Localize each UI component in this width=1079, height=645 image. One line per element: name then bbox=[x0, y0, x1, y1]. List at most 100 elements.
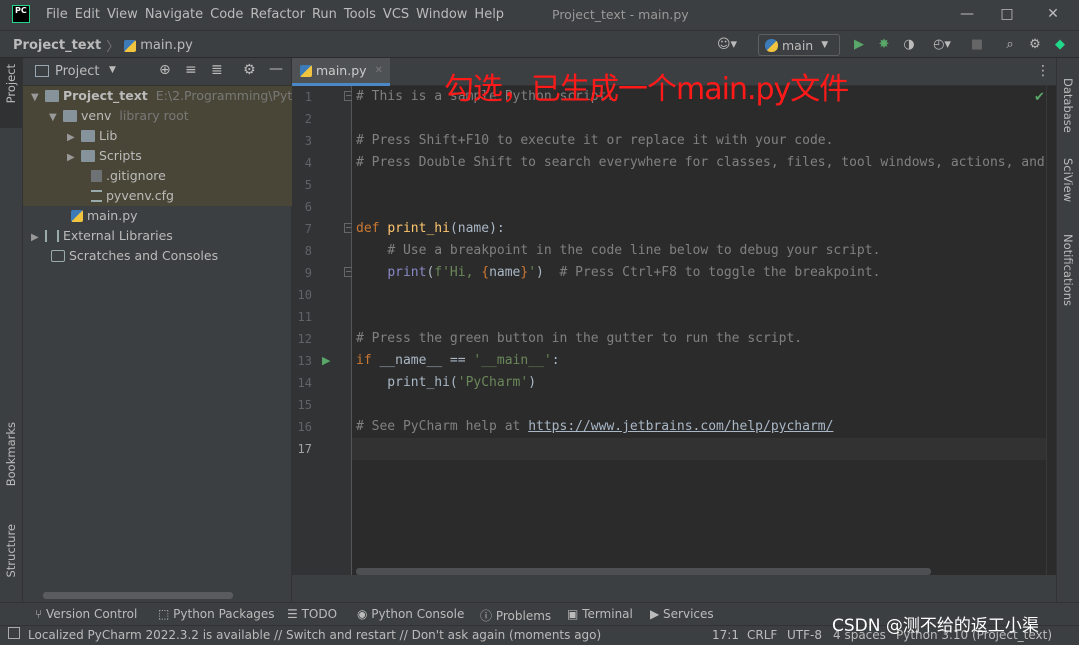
code-line[interactable]: # Press Shift+F10 to execute it or repla… bbox=[356, 130, 833, 152]
caret-position[interactable]: 17:1 bbox=[712, 628, 739, 642]
tree-item-path: E:\2.Programming\Python bbox=[155, 88, 292, 103]
code-line[interactable]: print_hi('PyCharm') bbox=[356, 372, 536, 394]
tree-item-label: main.py bbox=[86, 208, 138, 223]
tool-python-console[interactable]: ◉ Python Console bbox=[357, 607, 464, 621]
expand-all-icon[interactable]: ≡ bbox=[185, 62, 197, 78]
chevron-down-icon: ▼ bbox=[49, 112, 57, 123]
bookmarks-tool-label: Bookmarks bbox=[4, 422, 18, 487]
tree-item-pyvenv[interactable]: pyvenv.cfg bbox=[23, 186, 292, 206]
editor-horizontal-scrollbar[interactable] bbox=[356, 568, 931, 575]
close-icon[interactable]: ✕ bbox=[1030, 0, 1076, 30]
breadcrumb-project[interactable]: Project_text bbox=[13, 38, 101, 53]
status-message[interactable]: Localized PyCharm 2022.3.2 is available … bbox=[28, 628, 601, 642]
coverage-icon[interactable]: ◑ bbox=[900, 36, 918, 54]
project-view-title[interactable]: Project bbox=[55, 64, 99, 79]
collapse-all-icon[interactable]: ≣ bbox=[211, 62, 223, 78]
menu-item-tools[interactable]: Tools bbox=[344, 7, 376, 22]
gear-icon[interactable]: ⚙ bbox=[243, 62, 256, 78]
code-line[interactable]: # Use a breakpoint in the code line belo… bbox=[356, 240, 880, 262]
code-line[interactable]: print(f'Hi, {name}') # Press Ctrl+F8 to … bbox=[356, 262, 880, 284]
tool-todo[interactable]: ☰ TODO bbox=[287, 607, 337, 621]
tool-version-control[interactable]: ⑂ Version Control bbox=[35, 607, 137, 621]
gear-icon[interactable]: ⚙ bbox=[1026, 36, 1044, 54]
file-encoding[interactable]: UTF-8 bbox=[787, 628, 822, 642]
tree-item-scripts[interactable]: ▶ Scripts bbox=[23, 146, 292, 166]
tool-services[interactable]: ▶ Services bbox=[650, 607, 714, 621]
more-options-icon[interactable]: ⋮ bbox=[1036, 63, 1050, 79]
maximize-icon[interactable]: □ bbox=[984, 0, 1030, 30]
profile-icon[interactable]: ◴▾ bbox=[927, 36, 957, 54]
line-number: 3 bbox=[304, 134, 312, 148]
debug-icon[interactable]: ✸ bbox=[875, 36, 893, 54]
jetbrains-toolbox-icon[interactable]: ◆ bbox=[1051, 36, 1069, 54]
menu-item-run[interactable]: Run bbox=[312, 7, 337, 22]
code-line[interactable]: if __name__ == '__main__': bbox=[356, 350, 560, 372]
vcs-icon: ⑂ bbox=[35, 607, 47, 621]
chevron-down-icon[interactable]: ▼ bbox=[109, 65, 116, 75]
menu-item-refactor[interactable]: Refactor bbox=[250, 7, 305, 22]
horizontal-scrollbar[interactable] bbox=[43, 592, 233, 599]
services-icon: ▶ bbox=[650, 607, 664, 621]
menu-item-vcs[interactable]: VCS bbox=[383, 7, 409, 22]
line-number: 1 bbox=[304, 90, 312, 104]
structure-tool-button[interactable]: Structure bbox=[0, 518, 22, 588]
tree-item-scratches[interactable]: Scratches and Consoles bbox=[23, 246, 292, 266]
menu-item-view[interactable]: View bbox=[107, 7, 138, 22]
line-number: 17 bbox=[297, 442, 312, 456]
python-file-icon bbox=[70, 210, 83, 222]
tab-main-py[interactable]: main.py ✕ bbox=[292, 58, 390, 86]
locate-file-icon[interactable]: ⊕ bbox=[159, 62, 171, 78]
tree-item-main-py[interactable]: main.py bbox=[23, 206, 292, 226]
tool-label: Version Control bbox=[46, 607, 138, 621]
tree-item-annotation: library root bbox=[119, 108, 189, 123]
tree-item-gitignore[interactable]: .gitignore bbox=[23, 166, 292, 186]
tool-python-packages[interactable]: ⬚ Python Packages bbox=[158, 607, 275, 621]
status-icon[interactable] bbox=[8, 627, 20, 639]
search-icon[interactable]: ⌕ bbox=[1001, 36, 1019, 54]
code-line[interactable]: def print_hi(name): bbox=[356, 218, 505, 240]
menu-item-edit[interactable]: Edit bbox=[75, 7, 100, 22]
tree-item-project-root[interactable]: ▼ Project_text E:\2.Programming\Python bbox=[23, 86, 292, 106]
check-icon[interactable]: ✔ bbox=[1034, 90, 1045, 105]
code-editor[interactable]: # This is a sample Python script. # Press… bbox=[352, 86, 1046, 575]
tool-terminal[interactable]: ▣ Terminal bbox=[567, 607, 633, 621]
error-stripe: ✔ bbox=[1034, 86, 1056, 575]
line-number: 2 bbox=[304, 112, 312, 126]
python-console-icon: ◉ bbox=[357, 607, 372, 621]
pycharm-logo-icon: PC bbox=[12, 5, 30, 23]
sciview-tool-button[interactable]: SciView bbox=[1061, 158, 1075, 202]
breadcrumb: Project_text 〉 main.py bbox=[13, 36, 193, 55]
hide-panel-icon[interactable]: — bbox=[269, 61, 283, 77]
menu-item-window[interactable]: Window bbox=[416, 7, 467, 22]
project-tool-button[interactable]: Project bbox=[0, 58, 22, 128]
tree-item-external-libraries[interactable]: ▶ External Libraries bbox=[23, 226, 292, 246]
notifications-tool-button[interactable]: Notifications bbox=[1061, 234, 1075, 306]
menu-item-file[interactable]: File bbox=[46, 7, 68, 22]
tree-item-venv[interactable]: ▼ venv library root bbox=[23, 106, 292, 126]
menu-item-help[interactable]: Help bbox=[474, 7, 504, 22]
bookmarks-tool-button[interactable]: Bookmarks bbox=[0, 418, 22, 508]
tool-problems[interactable]: ⓘ Problems bbox=[480, 607, 551, 624]
line-number: 15 bbox=[297, 398, 312, 412]
menu-item-code[interactable]: Code bbox=[210, 7, 243, 22]
tree-item-label: pyvenv.cfg bbox=[105, 188, 174, 203]
gutter-run-icon[interactable]: ▶ bbox=[322, 354, 330, 367]
run-icon[interactable]: ▶ bbox=[850, 36, 868, 54]
menu-item-navigate[interactable]: Navigate bbox=[145, 7, 203, 22]
line-number: 11 bbox=[297, 310, 312, 324]
window-title: Project_text - main.py bbox=[552, 7, 689, 22]
folder-icon bbox=[62, 110, 77, 122]
code-line[interactable]: # Press the green button in the gutter t… bbox=[356, 328, 802, 350]
run-configuration-select[interactable]: main ▼ bbox=[758, 34, 840, 56]
code-line[interactable]: # Press Double Shift to search everywher… bbox=[356, 152, 1046, 174]
line-separator[interactable]: CRLF bbox=[747, 628, 777, 642]
chevron-right-icon: ▶ bbox=[67, 152, 75, 163]
account-icon[interactable]: ☺▾ bbox=[714, 36, 740, 54]
tree-item-lib[interactable]: ▶ Lib bbox=[23, 126, 292, 146]
line-number: 10 bbox=[297, 288, 312, 302]
breadcrumb-file[interactable]: main.py bbox=[140, 38, 193, 53]
code-line[interactable]: # See PyCharm help at https://www.jetbra… bbox=[356, 416, 833, 438]
stop-icon[interactable]: ■ bbox=[968, 36, 986, 54]
database-tool-button[interactable]: Database bbox=[1061, 78, 1075, 133]
close-tab-icon[interactable]: ✕ bbox=[375, 65, 383, 76]
